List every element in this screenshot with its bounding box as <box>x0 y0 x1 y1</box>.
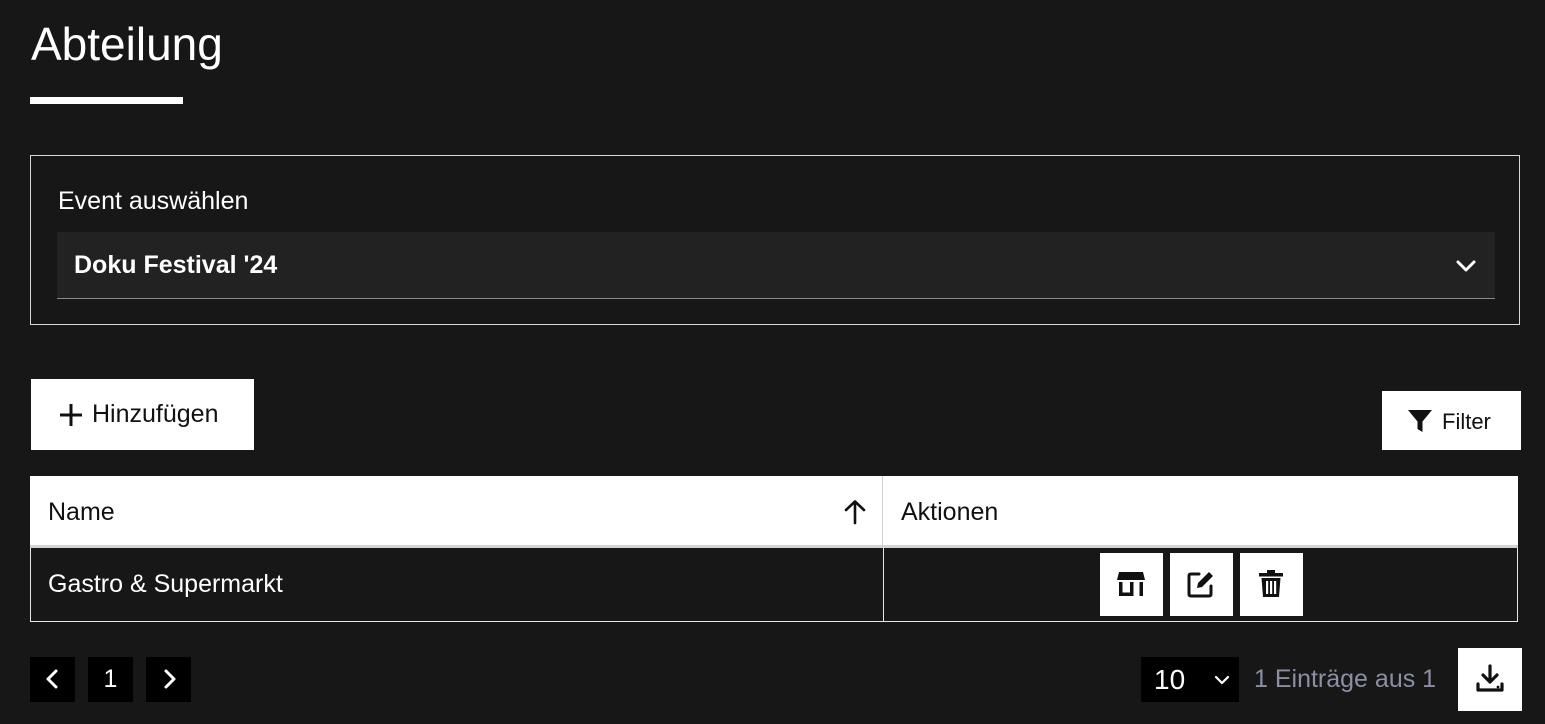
store-icon <box>1117 572 1145 596</box>
pagination-previous-button[interactable] <box>30 657 75 702</box>
filter-icon <box>1408 410 1432 432</box>
delete-button[interactable] <box>1240 553 1303 616</box>
edit-icon <box>1187 572 1213 598</box>
download-icon <box>1476 664 1504 692</box>
add-button-label: Hinzufügen <box>92 400 219 428</box>
add-button[interactable]: Hinzufügen <box>31 379 254 450</box>
column-header-name[interactable]: Name <box>30 476 883 548</box>
chevron-down-icon <box>1456 260 1476 272</box>
title-underline <box>30 97 183 104</box>
cell-name-text: Gastro & Supermarkt <box>48 570 283 598</box>
filter-button[interactable]: Filter <box>1382 391 1521 450</box>
download-button[interactable] <box>1458 648 1522 711</box>
trash-icon <box>1259 570 1283 597</box>
page-size-value: 10 <box>1154 664 1186 695</box>
event-panel: Event auswählen Doku Festival '24 <box>30 155 1520 325</box>
plus-icon <box>60 404 82 426</box>
column-header-name-label: Name <box>48 498 115 526</box>
chevron-right-icon <box>164 669 176 689</box>
pagination-next-button[interactable] <box>146 657 191 702</box>
pagination-page-1[interactable]: 1 <box>88 657 133 702</box>
department-table: Name Aktionen Gastro & Supermarkt <box>30 476 1518 622</box>
chevron-left-icon <box>46 669 58 689</box>
store-button[interactable] <box>1100 553 1163 616</box>
page: Abteilung Event auswählen Doku Festival … <box>0 0 1545 724</box>
entries-info: 1 Einträge aus 1 <box>1254 665 1437 693</box>
sort-ascending-icon[interactable] <box>842 499 868 525</box>
table-row[interactable]: Gastro & Supermarkt <box>30 548 1518 622</box>
page-title: Abteilung <box>31 18 223 70</box>
cell-name: Gastro & Supermarkt <box>31 548 884 621</box>
column-header-actions: Aktionen <box>883 476 1518 548</box>
edit-button[interactable] <box>1170 553 1233 616</box>
chevron-down-icon <box>1214 675 1230 685</box>
filter-button-label: Filter <box>1442 409 1491 434</box>
column-header-actions-label: Aktionen <box>901 498 999 526</box>
event-select[interactable]: Doku Festival '24 <box>57 232 1495 299</box>
page-size-select[interactable]: 10 <box>1141 657 1239 702</box>
event-select-value: Doku Festival '24 <box>74 251 278 279</box>
pagination-page-number: 1 <box>103 665 118 693</box>
event-select-label: Event auswählen <box>58 187 249 215</box>
table-header: Name Aktionen <box>30 476 1518 548</box>
